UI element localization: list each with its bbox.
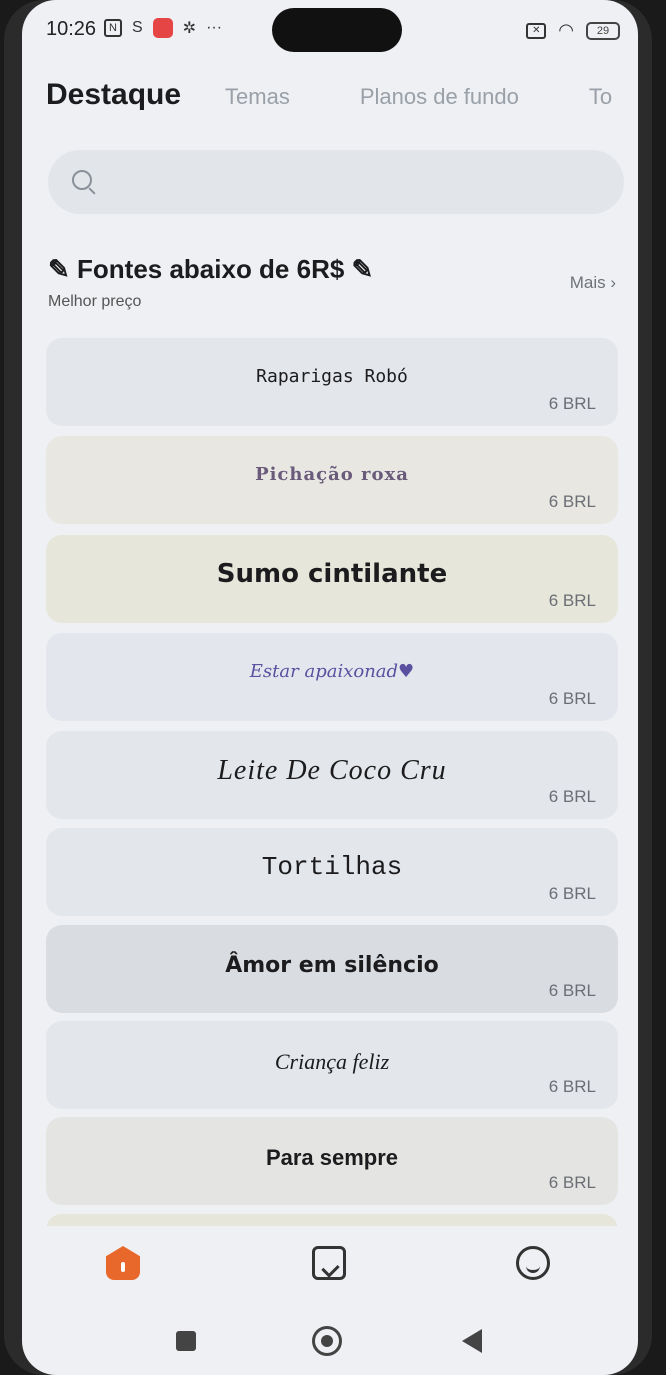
- red-app-icon: [152, 18, 173, 38]
- font-name: Para sempre: [265, 1145, 399, 1170]
- home-circle-icon[interactable]: [312, 1326, 342, 1356]
- font-price: 6 BRL: [548, 1077, 596, 1096]
- font-card[interactable]: Âmor em silêncio 6 BRL: [46, 925, 618, 1013]
- font-price: 6 BRL: [548, 394, 596, 413]
- search-bar[interactable]: [48, 150, 624, 214]
- font-card[interactable]: Sumo cintilante 6 BRL: [46, 535, 618, 623]
- wifi-icon: ◠: [558, 20, 574, 40]
- font-name: Pichação roxa: [255, 464, 409, 485]
- font-card[interactable]: Tortilhas 6 BRL: [46, 828, 618, 916]
- tab-partial[interactable]: To: [589, 84, 612, 110]
- font-card[interactable]: Criança feliz 6 BRL: [46, 1021, 618, 1109]
- font-name: Leite De Coco Cru: [217, 755, 447, 786]
- status-right-icons: ✕ ◠ 29: [526, 20, 620, 41]
- battery-icon: 29: [586, 21, 620, 40]
- font-name: Estar apaixonad♥: [249, 661, 415, 682]
- font-price: 6 BRL: [548, 981, 596, 1000]
- profile-smile-icon[interactable]: [516, 1246, 550, 1280]
- status-time: 10:26: [46, 18, 97, 40]
- camera-island: [272, 8, 402, 52]
- font-card[interactable]: Estar apaixonad♥ 6 BRL: [46, 633, 618, 721]
- top-tabs: Destaque Temas Planos de fundo To: [46, 78, 612, 112]
- status-notification-icons: N S ✲ ···: [104, 18, 222, 38]
- font-price: 6 BRL: [548, 591, 596, 610]
- font-card[interactable]: Leite De Coco Cru 6 BRL: [46, 731, 618, 819]
- font-name: Sumo cintilante: [216, 559, 448, 589]
- font-name: Tortilhas: [261, 852, 403, 882]
- screen: 10:26 N S ✲ ··· ✕ ◠ 29 Destaque Temas Pl…: [22, 0, 638, 1375]
- bottom-navigation: [22, 1226, 638, 1306]
- recents-square-icon[interactable]: [176, 1331, 196, 1351]
- tab-planos-de-fundo[interactable]: Planos de fundo: [360, 84, 519, 110]
- font-price: 6 BRL: [548, 1173, 596, 1192]
- font-price: 6 BRL: [548, 884, 596, 903]
- more-link[interactable]: Mais ›: [570, 273, 616, 293]
- font-price: 6 BRL: [548, 689, 596, 708]
- more-dots-icon: ···: [206, 19, 223, 36]
- font-card[interactable]: Raparigas Robó 6 BRL: [46, 338, 618, 426]
- search-icon: [72, 170, 92, 190]
- font-price: 6 BRL: [548, 787, 596, 806]
- section-title: ✎ Fontes abaixo de 6R$ ✎: [48, 254, 374, 284]
- no-sim-icon: ✕: [526, 22, 547, 39]
- font-price: 6 BRL: [548, 492, 596, 511]
- font-name: Criança feliz: [274, 1049, 390, 1074]
- font-card[interactable]: Para sempre 6 BRL: [46, 1117, 618, 1205]
- font-name: Âmor em silêncio: [225, 953, 439, 978]
- tab-destaque[interactable]: Destaque: [46, 78, 181, 112]
- status-bar: 10:26 N S ✲ ··· ✕ ◠ 29: [22, 0, 638, 62]
- back-triangle-icon[interactable]: [462, 1329, 482, 1353]
- bookmark-icon[interactable]: [312, 1246, 346, 1280]
- font-card[interactable]: Pichação roxa 6 BRL: [46, 436, 618, 524]
- s-icon: S: [132, 19, 143, 36]
- nfc-icon: N: [104, 19, 122, 37]
- settings-gear-icon: ✲: [182, 20, 197, 37]
- phone-frame: 10:26 N S ✲ ··· ✕ ◠ 29 Destaque Temas Pl…: [4, 0, 652, 1375]
- tab-temas[interactable]: Temas: [225, 84, 290, 110]
- system-navigation: [22, 1310, 638, 1375]
- section-subtitle: Melhor preço: [48, 293, 142, 310]
- font-name: Raparigas Robó: [256, 366, 408, 387]
- home-icon[interactable]: [106, 1246, 140, 1280]
